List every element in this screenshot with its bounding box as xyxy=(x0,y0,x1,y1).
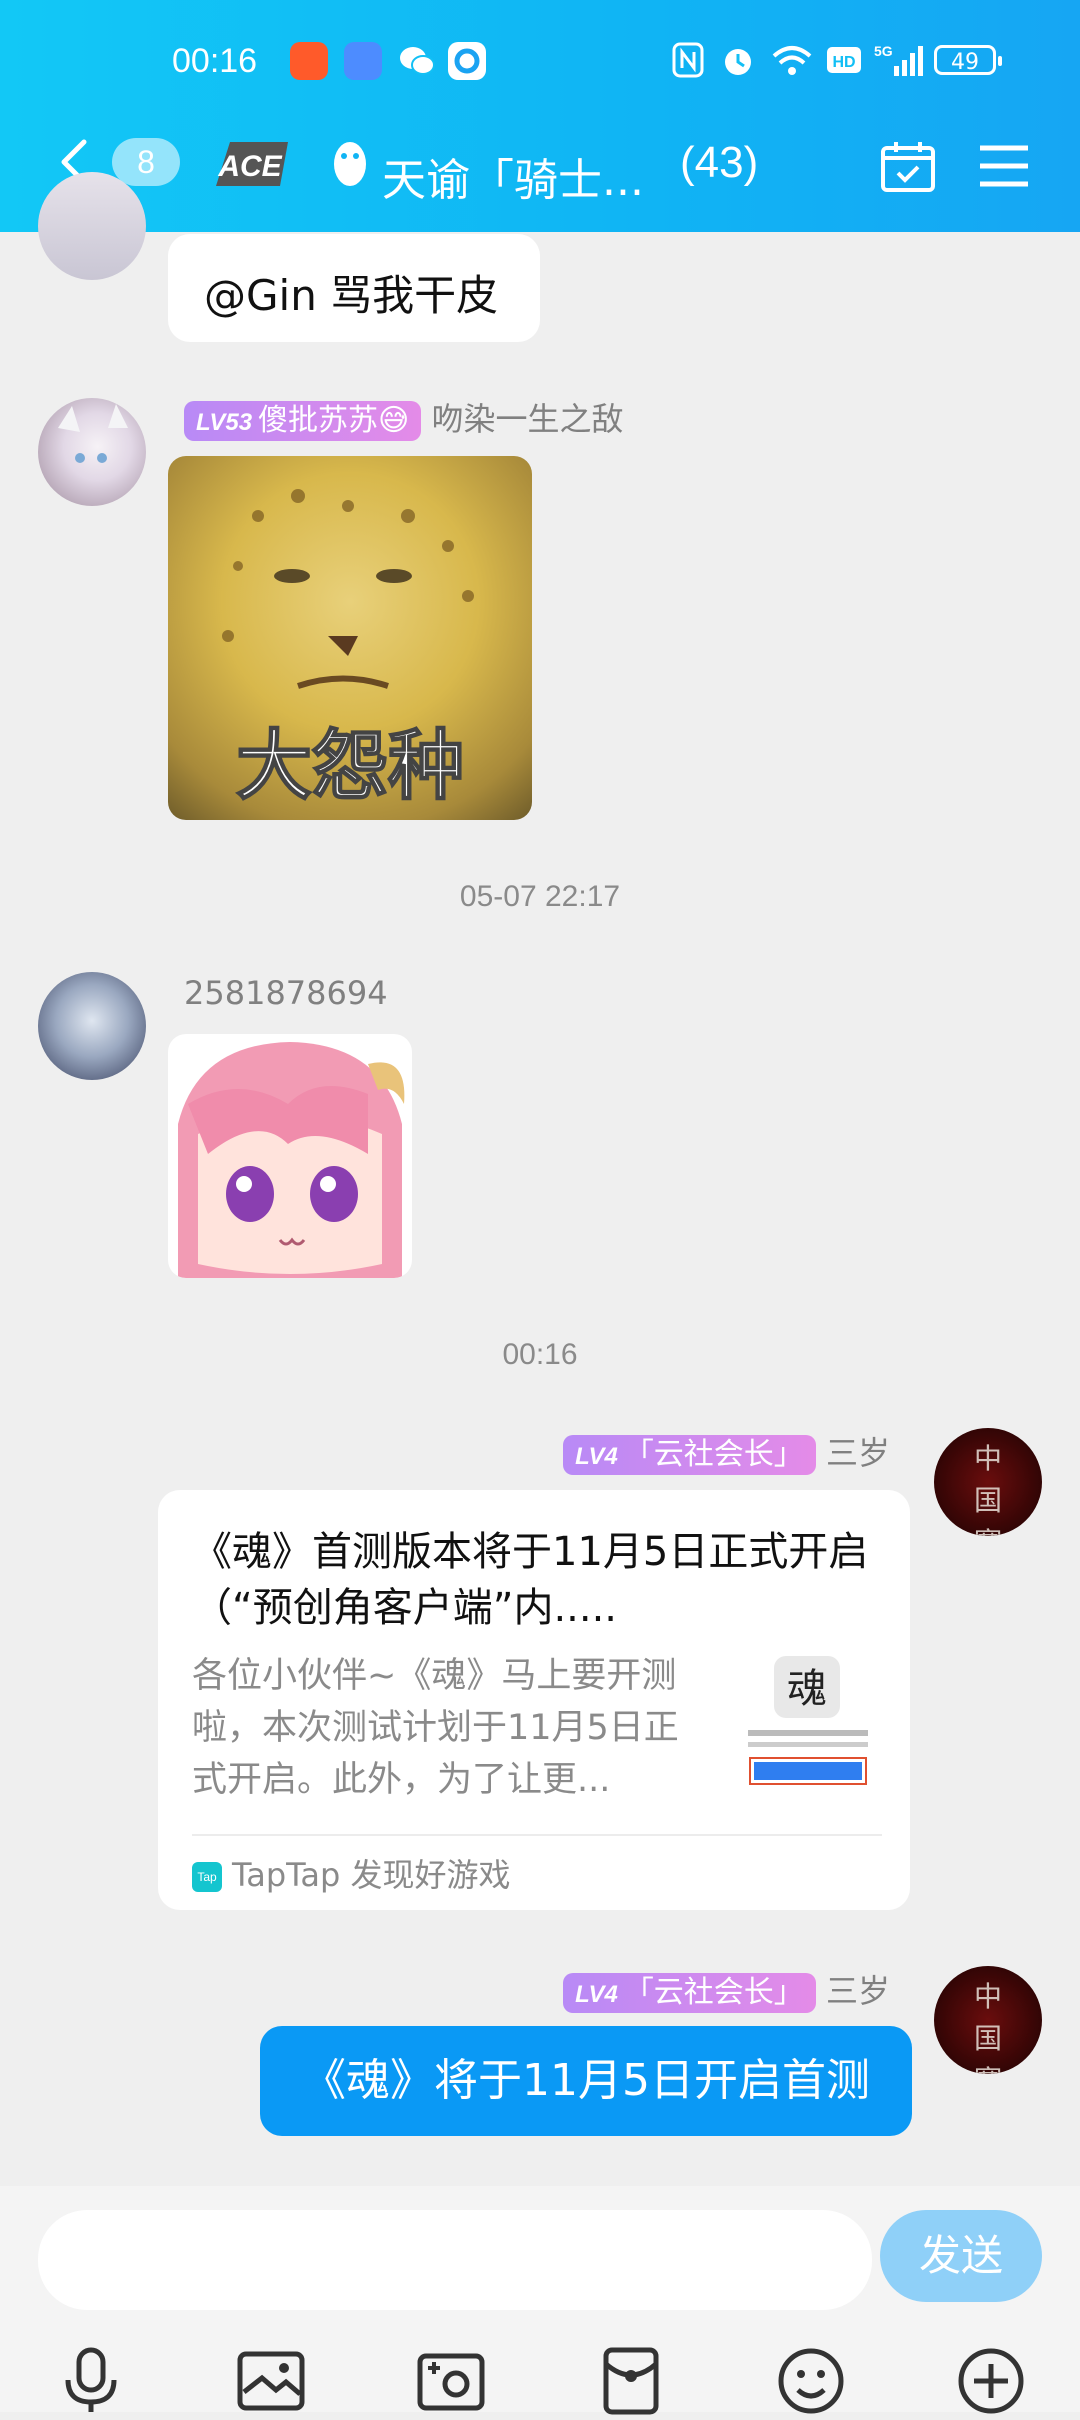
header: 00:16 HD 5G 49 8 ACE 天谕「骑士... (43) xyxy=(0,0,1080,232)
status-bar: 00:16 HD 5G 49 xyxy=(0,42,1080,82)
add-icon[interactable] xyxy=(956,2346,1026,2416)
sender-name: 吻染一生之敌 xyxy=(431,400,624,438)
nfc-icon xyxy=(672,42,704,80)
qq-penguin-icon xyxy=(326,134,376,194)
wifi-icon xyxy=(770,42,814,80)
qq-music-app-icon xyxy=(448,42,486,80)
calendar-check-icon[interactable] xyxy=(880,140,936,192)
sender-line: LV4 「云社会长」 三岁 xyxy=(563,1428,890,1475)
avatar[interactable]: 中国赛高 xyxy=(934,1966,1042,2074)
message-input[interactable] xyxy=(38,2210,872,2310)
chat-nav-bar: 8 ACE 天谕「骑士... (43) xyxy=(0,130,1080,206)
svg-text:HD: HD xyxy=(832,54,855,71)
message-text: @Gin 骂我干皮 xyxy=(204,271,499,320)
wechat-app-icon xyxy=(398,42,436,80)
level-label: LV4 xyxy=(575,1443,618,1470)
card-title: 《魂》首测版本将于11月5日正式开启（“预创角客户端”内..... xyxy=(192,1529,869,1631)
battery-indicator: 49 xyxy=(934,45,1002,75)
svg-text:5G: 5G xyxy=(874,43,893,59)
avatar-text: 中国赛高 xyxy=(973,1442,1002,1536)
badge-title: 傻批苏苏😅 xyxy=(258,403,410,438)
text-message-bubble[interactable]: 《魂》将于11月5日开启首测 xyxy=(260,2026,912,2136)
sticker-caption: 大怨种 xyxy=(236,721,464,810)
image-icon[interactable] xyxy=(236,2346,306,2416)
badge-title: 「云社会长」 xyxy=(623,1437,804,1472)
avatar[interactable]: 中国赛高 xyxy=(934,1428,1042,1536)
browser-app-icon xyxy=(344,42,382,80)
card-description: 各位小伙伴~《魂》马上要开测啦，本次测试计划于11月5日正式开启。此外，为了让更… xyxy=(192,1656,679,1800)
sender-name: 2581878694 xyxy=(184,974,388,1012)
input-bar: 发送 xyxy=(0,2186,1080,2415)
sender-line: LV4 「云社会长」 三岁 xyxy=(563,1966,890,2013)
status-time: 00:16 xyxy=(172,42,258,80)
card-divider xyxy=(192,1834,882,1836)
hd-icon: HD xyxy=(826,42,862,80)
emoji-icon[interactable] xyxy=(776,2346,846,2416)
link-card[interactable]: 《魂》首测版本将于11月5日正式开启（“预创角客户端”内..... 各位小伙伴~… xyxy=(158,1490,910,1910)
thumbnail-text: 魂 xyxy=(787,1666,827,1712)
avatar[interactable] xyxy=(38,972,146,1080)
text-message-bubble[interactable]: @Gin 骂我干皮 xyxy=(168,234,540,342)
sender-name: 三岁 xyxy=(825,1972,890,2010)
alarm-icon xyxy=(720,42,756,80)
group-logo: ACE xyxy=(208,136,294,190)
menu-icon[interactable] xyxy=(978,144,1030,188)
level-badge: LV53 傻批苏苏😅 xyxy=(184,401,422,441)
avatar[interactable] xyxy=(38,398,146,506)
avatar[interactable] xyxy=(38,172,146,280)
card-source-text: TapTap 发现好游戏 xyxy=(232,1856,511,1894)
sticker-image[interactable]: 大怨种 xyxy=(168,456,532,820)
kuaishou-app-icon xyxy=(290,42,328,80)
chat-title[interactable]: 天谕「骑士... xyxy=(382,144,644,208)
level-badge: LV4 「云社会长」 xyxy=(563,1973,816,2013)
level-badge: LV4 「云社会长」 xyxy=(563,1435,816,1475)
card-source: Tap TapTap 发现好游戏 xyxy=(192,1850,511,1896)
sender-name: 三岁 xyxy=(825,1434,890,1472)
card-thumbnail: 魂 xyxy=(738,1650,878,1790)
timestamp: 05-07 22:17 xyxy=(459,880,621,913)
signal-icon: 5G xyxy=(874,42,924,80)
group-logo-text: ACE xyxy=(217,150,282,183)
camera-icon[interactable] xyxy=(416,2346,486,2416)
sender-line: LV53 傻批苏苏😅 吻染一生之敌 xyxy=(184,394,624,441)
red-packet-icon[interactable] xyxy=(596,2346,666,2416)
microphone-icon[interactable] xyxy=(56,2346,126,2416)
taptap-icon: Tap xyxy=(192,1862,222,1892)
unread-count-badge[interactable]: 8 xyxy=(112,138,180,186)
sticker-image[interactable] xyxy=(168,1034,412,1278)
badge-title: 「云社会长」 xyxy=(623,1975,804,2010)
level-label: LV53 xyxy=(196,409,253,436)
timestamp: 00:16 xyxy=(502,1338,578,1371)
member-count: (43) xyxy=(680,138,759,187)
send-button[interactable]: 发送 xyxy=(880,2210,1042,2302)
level-label: LV4 xyxy=(575,1981,618,2008)
avatar-text: 中国赛高 xyxy=(973,1980,1002,2074)
